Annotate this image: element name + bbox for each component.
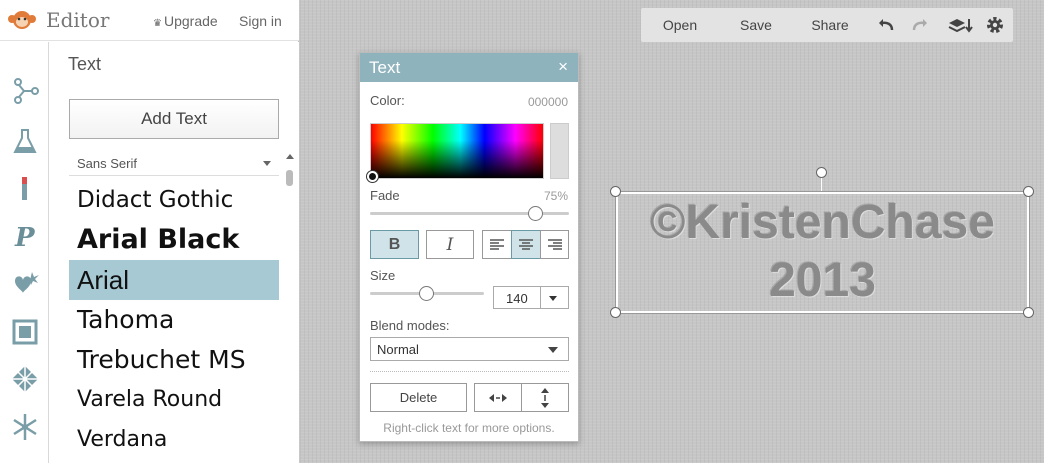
font-item-arial[interactable]: Arial xyxy=(69,260,279,300)
rotate-handle[interactable] xyxy=(816,167,827,178)
dialog-title: Text xyxy=(369,58,401,77)
size-dropdown-divider xyxy=(540,287,541,308)
upgrade-link[interactable]: ♛ Upgrade xyxy=(153,13,218,29)
color-picker-marker[interactable] xyxy=(367,171,378,182)
canvas-text-line-1: ©KristenChase xyxy=(650,196,995,249)
chevron-down-icon xyxy=(549,296,557,301)
svg-text:P: P xyxy=(14,223,36,251)
paint-brush-icon[interactable] xyxy=(8,172,42,206)
align-center-icon xyxy=(519,238,533,250)
font-item-verdana[interactable]: Verdana xyxy=(69,420,279,460)
align-center-button[interactable] xyxy=(511,230,541,259)
font-category-select[interactable]: Sans Serif xyxy=(69,150,279,176)
blend-mode-select[interactable]: Normal xyxy=(370,337,569,361)
font-item-tahoma[interactable]: Tahoma xyxy=(69,300,279,340)
layers-icon[interactable] xyxy=(947,15,973,35)
text-tool-icon[interactable]: P xyxy=(8,219,42,253)
add-text-button[interactable]: Add Text xyxy=(69,99,279,139)
align-right-button[interactable] xyxy=(540,230,569,259)
fade-label: Fade xyxy=(370,188,400,203)
size-value: 140 xyxy=(506,291,528,306)
blend-modes-label: Blend modes: xyxy=(370,318,450,333)
color-brightness-swatch[interactable] xyxy=(550,123,569,179)
delete-button[interactable]: Delete xyxy=(370,383,467,412)
canvas-text-object[interactable]: ©KristenChase 2013 xyxy=(616,192,1029,313)
dialog-hint: Right-click text for more options. xyxy=(383,421,555,435)
size-slider-knob[interactable] xyxy=(419,286,434,301)
resize-handle-bottom-left[interactable] xyxy=(610,307,621,318)
font-category-value: Sans Serif xyxy=(77,156,137,171)
effects-icon[interactable] xyxy=(8,74,42,108)
flip-horizontal-icon xyxy=(489,393,507,402)
font-list-scrollbar[interactable] xyxy=(284,152,294,192)
frames-icon[interactable] xyxy=(8,315,42,349)
font-item-didact-gothic[interactable]: Didact Gothic xyxy=(69,180,279,220)
size-label: Size xyxy=(370,268,396,283)
canvas-text-line-2: 2013 xyxy=(769,254,876,307)
size-dropdown[interactable]: 140 xyxy=(493,286,569,309)
resize-handle-top-left[interactable] xyxy=(610,186,621,197)
undo-icon[interactable] xyxy=(875,15,895,35)
overlays-heart-icon[interactable] xyxy=(8,267,42,301)
crown-icon: ♛ xyxy=(153,18,162,29)
left-panel: Editor ♛ Upgrade Sign in P Text Add Text… xyxy=(0,0,299,463)
sign-in-link[interactable]: Sign in xyxy=(239,13,282,29)
flip-horizontal-button[interactable] xyxy=(474,383,522,412)
align-right-icon xyxy=(547,238,562,250)
align-left-icon xyxy=(490,238,504,250)
text-properties-dialog: Text × Color: 000000 Fade 75% B I Size 1… xyxy=(359,52,579,442)
rotate-handle-stem xyxy=(821,178,822,192)
redo-icon[interactable] xyxy=(911,15,931,35)
font-item-arial-black[interactable]: Arial Black xyxy=(69,220,279,260)
app-title: Editor xyxy=(46,8,110,32)
font-list: Didact Gothic Arial Black Arial Tahoma T… xyxy=(69,180,279,463)
align-left-button[interactable] xyxy=(482,230,512,259)
dialog-header[interactable]: Text × xyxy=(360,53,578,82)
fade-value: 75% xyxy=(543,189,568,203)
italic-button[interactable]: I xyxy=(426,230,474,259)
save-button[interactable]: Save xyxy=(729,8,783,42)
panel-title: Text xyxy=(68,54,102,74)
tool-icon-bar: P xyxy=(0,42,49,463)
color-label: Color: xyxy=(370,93,405,108)
top-bar: Editor ♛ Upgrade Sign in xyxy=(0,0,299,41)
color-spectrum-picker[interactable] xyxy=(370,123,544,179)
resize-handle-bottom-right[interactable] xyxy=(1023,307,1034,318)
touchup-flask-icon[interactable] xyxy=(8,124,42,158)
flip-vertical-icon xyxy=(541,387,549,408)
chevron-down-icon xyxy=(263,161,271,166)
blend-mode-value: Normal xyxy=(377,342,419,357)
scroll-up-arrow-icon[interactable] xyxy=(286,154,294,159)
chevron-down-icon xyxy=(548,347,558,353)
scroll-thumb[interactable] xyxy=(286,170,293,186)
font-item-trebuchet-ms[interactable]: Trebuchet MS xyxy=(69,340,279,380)
upgrade-label: Upgrade xyxy=(163,13,218,29)
textures-icon[interactable] xyxy=(8,362,42,396)
dialog-divider xyxy=(370,371,569,372)
flip-vertical-button[interactable] xyxy=(521,383,569,412)
seasonal-snowflake-icon[interactable] xyxy=(8,410,42,444)
font-item-varela-round[interactable]: Varela Round xyxy=(69,380,279,420)
resize-handle-top-right[interactable] xyxy=(1023,186,1034,197)
monkey-logo-icon[interactable] xyxy=(6,8,38,32)
close-icon[interactable]: × xyxy=(558,57,568,77)
open-button[interactable]: Open xyxy=(651,8,709,42)
bold-button[interactable]: B xyxy=(370,230,419,259)
color-hex-value[interactable]: 000000 xyxy=(528,95,568,109)
text-panel: Text Add Text Sans Serif Didact Gothic A… xyxy=(50,42,299,463)
fade-slider-knob[interactable] xyxy=(528,206,543,221)
settings-gear-icon[interactable] xyxy=(985,15,1005,35)
share-button[interactable]: Share xyxy=(801,8,859,42)
top-toolbar: Open Save Share xyxy=(641,8,1013,42)
